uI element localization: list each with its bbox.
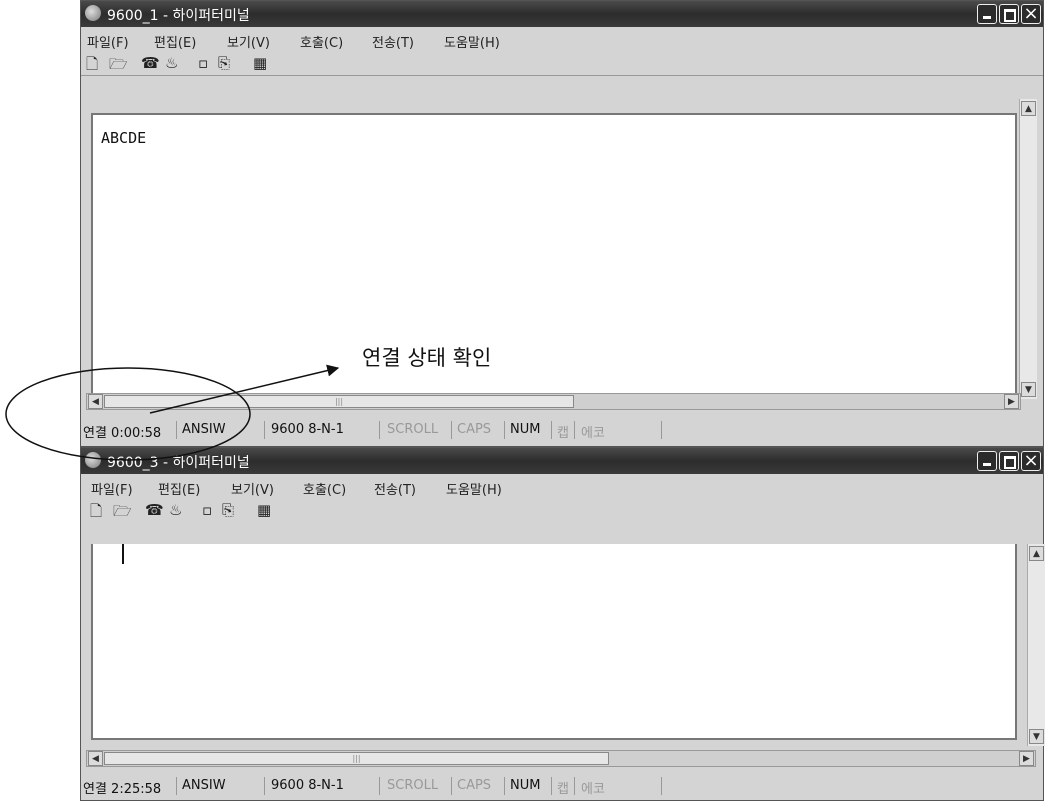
highlight-ellipse	[5, 367, 251, 461]
annotation-arrow	[149, 364, 340, 414]
annotation-label: 연결 상태 확인	[362, 346, 492, 370]
annotation-overlay	[5, 364, 340, 461]
